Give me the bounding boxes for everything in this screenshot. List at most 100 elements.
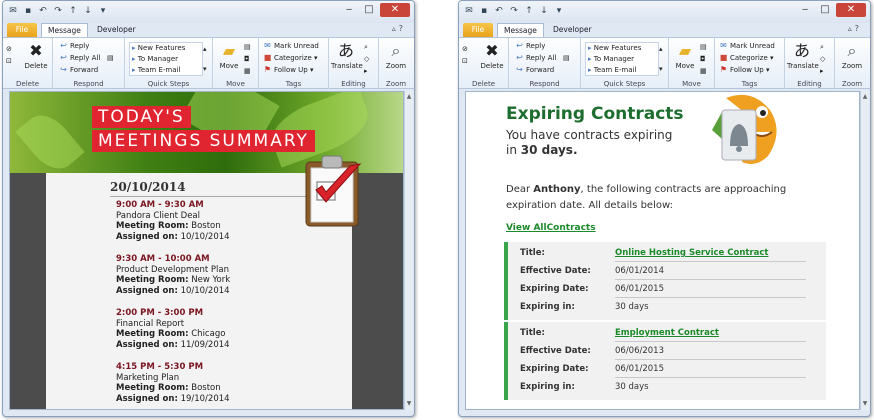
onenote-icon[interactable]: ◘ [244, 54, 250, 64]
tab-developer[interactable]: Developer [547, 23, 598, 37]
translate-button[interactable]: あ Translate [331, 41, 363, 70]
assigned-value: 19/10/2014 [180, 393, 230, 404]
up-arrow-icon[interactable]: ↑ [67, 5, 79, 17]
quick-steps-gallery: ▸ New Features ▸ To Manager ▸ Team E-mai… [585, 42, 659, 76]
tab-file[interactable]: File [463, 23, 493, 37]
find-icon[interactable]: ⌕ [820, 42, 824, 52]
quick-step-to-manager[interactable]: ▸ To Manager [586, 54, 658, 65]
dropdown-icon: ▾ [307, 66, 314, 74]
down-arrow-icon[interactable]: ↓ [538, 5, 550, 17]
vertical-scrollbar[interactable]: ▲ ▼ [860, 91, 869, 410]
assigned-value: 10/10/2014 [180, 231, 230, 242]
scroll-down-icon[interactable]: ▼ [862, 400, 868, 408]
tab-developer[interactable]: Developer [91, 23, 142, 37]
tab-message[interactable]: Message [497, 23, 544, 37]
related-icon[interactable]: ◇ [820, 54, 825, 64]
gallery-scroll-icon[interactable]: ▴ [203, 44, 207, 54]
maximize-button[interactable]: □ [360, 3, 378, 17]
follow-up-button[interactable]: ⚑ Follow Up ▾ [263, 65, 314, 75]
meeting-item: 9:00 AM - 9:30 AM Pandora Client Deal Me… [116, 200, 230, 242]
rules-icon[interactable]: ▤ [700, 42, 707, 52]
mark-unread-button[interactable]: ✉ Mark Unread [263, 41, 319, 51]
quick-step-team-email[interactable]: ▸ Team E-mail [586, 65, 658, 76]
help-icon[interactable]: ? [855, 24, 862, 33]
delete-button[interactable]: ✖ Delete [479, 41, 505, 70]
gallery-more-icon[interactable]: ▾ [203, 64, 207, 74]
contract-card: Title: Online Hosting Service Contract Ef… [504, 242, 826, 320]
find-icon[interactable]: ⌕ [364, 42, 368, 52]
categorize-button[interactable]: ■ Categorize ▾ [719, 53, 774, 63]
vertical-scrollbar[interactable]: ▲ ▼ [404, 91, 413, 410]
collapse-ribbon-icon[interactable]: ▵ [392, 24, 399, 33]
tab-file[interactable]: File [7, 23, 37, 37]
delete-button[interactable]: ✖ Delete [23, 41, 49, 70]
cleanup-icon[interactable]: ⊡ [6, 56, 12, 66]
undo-icon[interactable]: ↶ [37, 5, 49, 17]
rules-icon[interactable]: ▤ [244, 42, 251, 52]
categorize-button[interactable]: ■ Categorize ▾ [263, 53, 318, 63]
room-value: Chicago [191, 329, 226, 339]
reply-all-button[interactable]: ↩ Reply All [59, 53, 100, 63]
follow-up-button[interactable]: ⚑ Follow Up ▾ [719, 65, 770, 75]
reply-all-button[interactable]: ↩ Reply All [515, 53, 556, 63]
quick-step-label: New Features [137, 44, 186, 52]
move-button[interactable]: ▰ Move [673, 41, 697, 70]
contract-title-link[interactable]: Employment Contract [615, 324, 719, 342]
close-button[interactable]: ✕ [836, 3, 866, 17]
close-button[interactable]: ✕ [380, 3, 410, 17]
zoom-button[interactable]: ⌕ Zoom [839, 41, 865, 70]
up-arrow-icon[interactable]: ↑ [523, 5, 535, 17]
gallery-more-icon[interactable]: ▾ [659, 64, 663, 74]
customize-qat-icon[interactable]: ▾ [97, 5, 109, 17]
quick-access-toolbar: ✉ ▪ ↶ ↷ ↑ ↓ ▾ [463, 5, 565, 17]
expiring-date-label: Expiring Date: [520, 364, 589, 374]
zoom-button[interactable]: ⌕ Zoom [383, 41, 409, 70]
translate-button[interactable]: あ Translate [787, 41, 819, 70]
minimize-button[interactable]: ‒ [796, 3, 814, 17]
select-icon[interactable]: ▸ [820, 66, 824, 76]
redo-icon[interactable]: ↷ [508, 5, 520, 17]
mark-unread-button[interactable]: ✉ Mark Unread [719, 41, 775, 51]
cleanup-icon[interactable]: ⊡ [462, 56, 468, 66]
view-all-contracts-link[interactable]: View AllContracts [506, 223, 596, 233]
ignore-icon[interactable]: ⊘ [6, 44, 12, 54]
group-label-delete: Delete [16, 80, 39, 88]
actions-icon[interactable]: ▦ [700, 66, 707, 76]
select-icon[interactable]: ▸ [364, 66, 368, 76]
gallery-scroll-icon[interactable]: ▴ [659, 44, 663, 54]
scroll-up-icon[interactable]: ▲ [406, 93, 412, 101]
actions-icon[interactable]: ▦ [244, 66, 251, 76]
maximize-button[interactable]: □ [816, 3, 834, 17]
more-respond-icon[interactable]: ▤ [563, 53, 570, 63]
customize-qat-icon[interactable]: ▾ [553, 5, 565, 17]
dropdown-icon: ▾ [767, 54, 774, 62]
undo-icon[interactable]: ↶ [493, 5, 505, 17]
save-icon[interactable]: ▪ [478, 5, 490, 17]
scroll-up-icon[interactable]: ▲ [862, 93, 868, 101]
forward-button[interactable]: ↪ Forward [515, 65, 554, 75]
help-icon[interactable]: ? [399, 24, 406, 33]
onenote-icon[interactable]: ◘ [700, 54, 706, 64]
quick-step-new-features[interactable]: ▸ New Features [130, 43, 202, 54]
save-icon[interactable]: ▪ [22, 5, 34, 17]
collapse-ribbon-icon[interactable]: ▵ [848, 24, 855, 33]
tab-message[interactable]: Message [41, 23, 88, 37]
quick-step-new-features[interactable]: ▸ New Features [586, 43, 658, 54]
move-button[interactable]: ▰ Move [217, 41, 241, 70]
scroll-down-icon[interactable]: ▼ [406, 400, 412, 408]
follow-up-label: Follow Up [730, 66, 764, 74]
related-icon[interactable]: ◇ [364, 54, 369, 64]
meeting-time: 2:00 PM - 3:00 PM [116, 308, 204, 318]
contract-title-link[interactable]: Online Hosting Service Contract [615, 244, 768, 262]
redo-icon[interactable]: ↷ [52, 5, 64, 17]
reply-button[interactable]: ↩ Reply [515, 41, 545, 51]
forward-button[interactable]: ↪ Forward [59, 65, 98, 75]
ignore-icon[interactable]: ⊘ [462, 44, 468, 54]
reply-button[interactable]: ↩ Reply [59, 41, 89, 51]
minimize-button[interactable]: ‒ [340, 3, 358, 17]
down-arrow-icon[interactable]: ↓ [82, 5, 94, 17]
more-respond-icon[interactable]: ▤ [107, 53, 114, 63]
quick-step-team-email[interactable]: ▸ Team E-mail [130, 65, 202, 76]
category-icon: ■ [719, 53, 728, 62]
quick-step-to-manager[interactable]: ▸ To Manager [130, 54, 202, 65]
